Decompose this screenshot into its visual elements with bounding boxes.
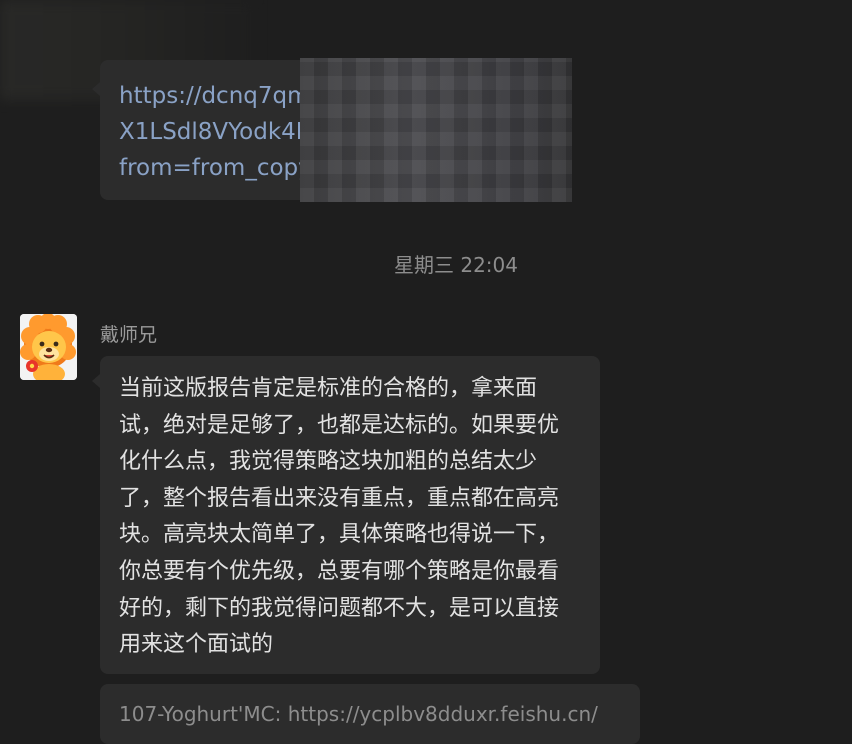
message-timestamp: 星期三 22:04 [394,253,518,277]
sender-name: 戴师兄 [100,324,158,346]
reply-message-bubble[interactable]: 当前这版报告肯定是标准的合格的，拿来面 试，绝对是足够了，也都是达标的。如果要优… [92,356,600,674]
redaction-mosaic [300,58,572,202]
reply-message-text[interactable]: 当前这版报告肯定是标准的合格的，拿来面 试，绝对是足够了，也都是达标的。如果要优… [119,371,589,664]
next-message-bubble[interactable]: 107-Yoghurt'MC: https://ycplbv8dduxr.fei… [100,684,640,744]
lion-avatar-icon[interactable] [20,314,77,380]
next-message-text[interactable]: 107-Yoghurt'MC: https://ycplbv8dduxr.fei… [119,702,598,726]
